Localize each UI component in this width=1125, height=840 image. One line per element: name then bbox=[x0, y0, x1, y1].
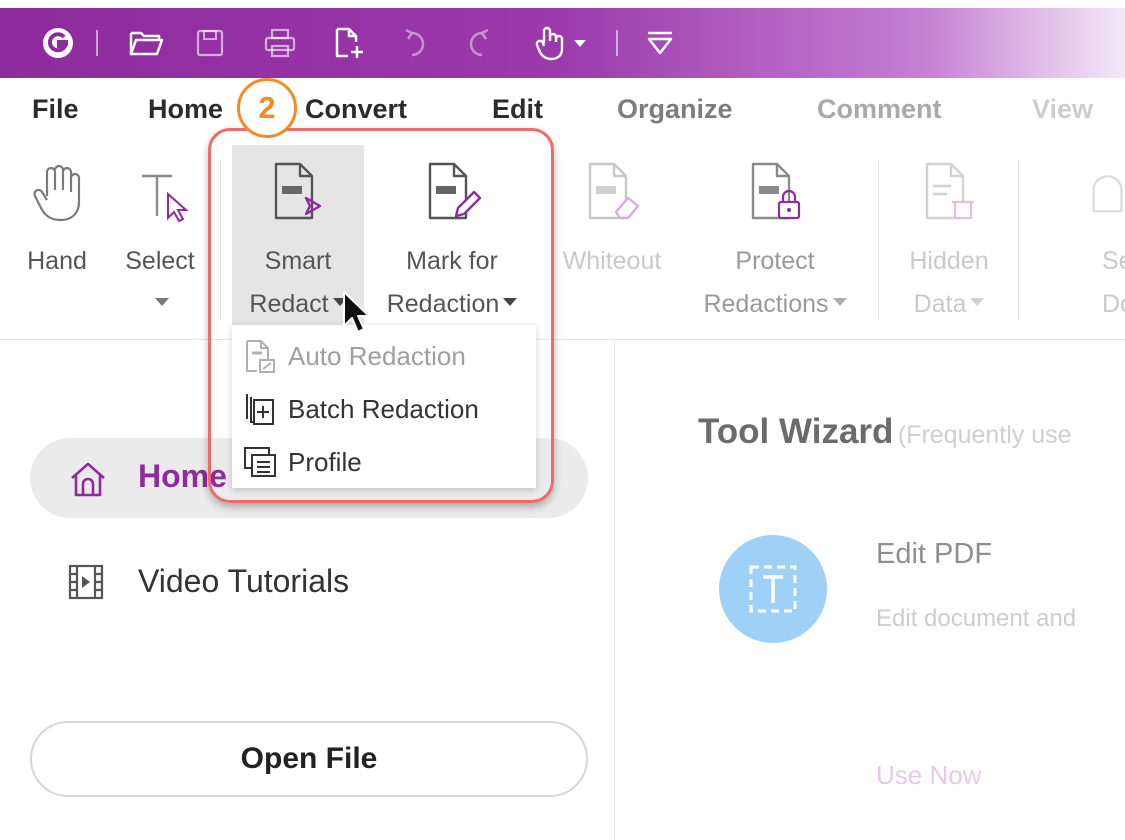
hand-tool-button[interactable]: Hand bbox=[18, 140, 96, 330]
save-icon[interactable] bbox=[190, 8, 230, 78]
print-icon[interactable] bbox=[258, 8, 302, 78]
hand-touch-icon[interactable] bbox=[528, 8, 598, 78]
secure-document-icon bbox=[1040, 160, 1125, 224]
hidden-data-label-2: Data bbox=[913, 290, 967, 318]
tab-organize[interactable]: Organize bbox=[617, 94, 733, 125]
hidden-data-icon bbox=[890, 160, 1008, 224]
tool-wizard-subtitle: (Frequently use bbox=[897, 421, 1072, 449]
step-number-badge: 2 bbox=[237, 78, 297, 138]
use-now-link[interactable]: Use Now bbox=[876, 760, 981, 791]
edit-pdf-description: Edit document and bbox=[876, 605, 1077, 632]
tab-comment[interactable]: Comment bbox=[817, 94, 942, 125]
secure-label-1: Sec bbox=[1102, 247, 1125, 275]
protect-redactions-button[interactable]: Protect Redactions bbox=[690, 140, 860, 330]
redo-icon[interactable] bbox=[460, 8, 496, 78]
protect-redactions-icon bbox=[690, 160, 860, 224]
open-folder-icon[interactable] bbox=[124, 8, 168, 78]
text-select-icon bbox=[118, 160, 202, 224]
secure-document-button[interactable]: Sec Docum bbox=[1040, 140, 1125, 330]
tool-wizard-title: Tool Wizard bbox=[698, 412, 894, 451]
hand-label: Hand bbox=[27, 247, 87, 275]
tab-view[interactable]: View bbox=[1032, 94, 1093, 125]
home-icon bbox=[68, 460, 108, 503]
step-highlight-frame bbox=[208, 128, 554, 503]
tab-convert[interactable]: Convert bbox=[305, 94, 407, 125]
select-label: Select bbox=[125, 247, 195, 275]
mouse-cursor-icon bbox=[342, 290, 372, 341]
protect-label-2: Redactions bbox=[703, 290, 829, 318]
hidden-data-button[interactable]: Hidden Data bbox=[890, 140, 1008, 330]
sidebar-item-video-tutorials[interactable]: Video Tutorials bbox=[30, 545, 588, 617]
edit-pdf-icon bbox=[719, 535, 827, 643]
protect-label-1: Protect bbox=[735, 247, 815, 275]
tab-home[interactable]: Home bbox=[148, 94, 223, 125]
app-logo-icon[interactable] bbox=[38, 8, 78, 78]
tool-wizard-heading: Tool Wizard (Frequently use bbox=[698, 412, 1072, 452]
new-file-icon[interactable] bbox=[326, 8, 370, 78]
title-bar bbox=[0, 8, 1125, 78]
hidden-data-label-1: Hidden bbox=[909, 247, 989, 275]
sidebar-video-label: Video Tutorials bbox=[138, 563, 350, 599]
tab-edit[interactable]: Edit bbox=[492, 94, 543, 125]
menu-tabs: File Home Convert Edit Organize Comment … bbox=[0, 78, 1125, 140]
edit-pdf-title[interactable]: Edit PDF bbox=[876, 538, 992, 571]
whiteout-button[interactable]: Whiteout bbox=[550, 140, 674, 330]
undo-icon[interactable] bbox=[398, 8, 434, 78]
open-file-button[interactable]: Open File bbox=[30, 721, 588, 797]
secure-label-2: Docum bbox=[1102, 290, 1125, 318]
whiteout-icon bbox=[550, 160, 674, 224]
video-icon bbox=[66, 563, 106, 606]
hand-icon bbox=[18, 160, 96, 224]
tool-wizard-panel: Tool Wizard (Frequently use Edit PDF Edi… bbox=[616, 340, 1125, 840]
customize-toolbar-icon[interactable] bbox=[640, 8, 680, 78]
tab-file[interactable]: File bbox=[32, 94, 79, 125]
whiteout-label: Whiteout bbox=[562, 247, 662, 275]
select-tool-button[interactable]: Select bbox=[118, 140, 202, 330]
